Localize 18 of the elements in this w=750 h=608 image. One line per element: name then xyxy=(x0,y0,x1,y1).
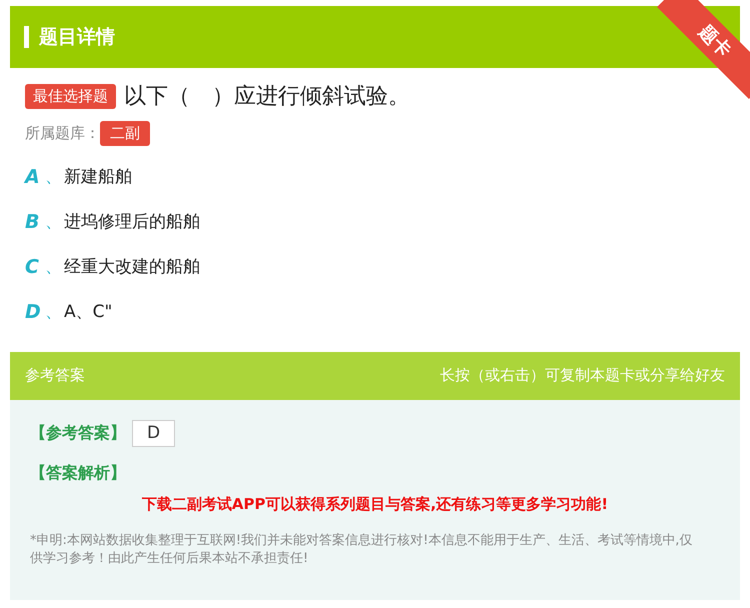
option-item[interactable]: B 、进坞修理后的船舶 xyxy=(25,210,725,234)
disclaimer-text: *申明:本网站数据收集整理于互联网!我们并未能对答案信息进行核对!本信息不能用于生产、生活、考试等情境中,仅供学习参考！由此产生任何后果本站不承担责任! xyxy=(30,532,694,568)
share-hint: 长按（或右击）可复制本题卡或分享给好友 xyxy=(440,365,725,386)
question-text: 以下（ ）应进行倾斜试验。 xyxy=(124,83,410,111)
bank-badge: 二副 xyxy=(100,121,150,146)
question-type-badge: 最佳选择题 xyxy=(25,84,116,109)
header-title: 题目详情 xyxy=(39,24,115,50)
answer-label: 【参考答案】 xyxy=(30,422,126,444)
option-item[interactable]: D 、A、C" xyxy=(25,300,725,324)
answer-value: D xyxy=(132,420,176,447)
app-promo-text: 下载二副考试APP可以获得系列题目与答案,还有练习等更多学习功能! xyxy=(142,494,608,515)
option-item[interactable]: A 、新建船舶 xyxy=(25,166,725,190)
option-item[interactable]: C 、经重大改建的船舶 xyxy=(25,256,725,280)
analysis-label: 【答案解析】 xyxy=(30,463,126,482)
ribbon-label: 题卡 xyxy=(694,20,736,64)
bank-label: 所属题库： xyxy=(25,123,100,144)
accent-bar xyxy=(24,26,29,48)
answer-section-title: 参考答案 xyxy=(25,365,85,386)
